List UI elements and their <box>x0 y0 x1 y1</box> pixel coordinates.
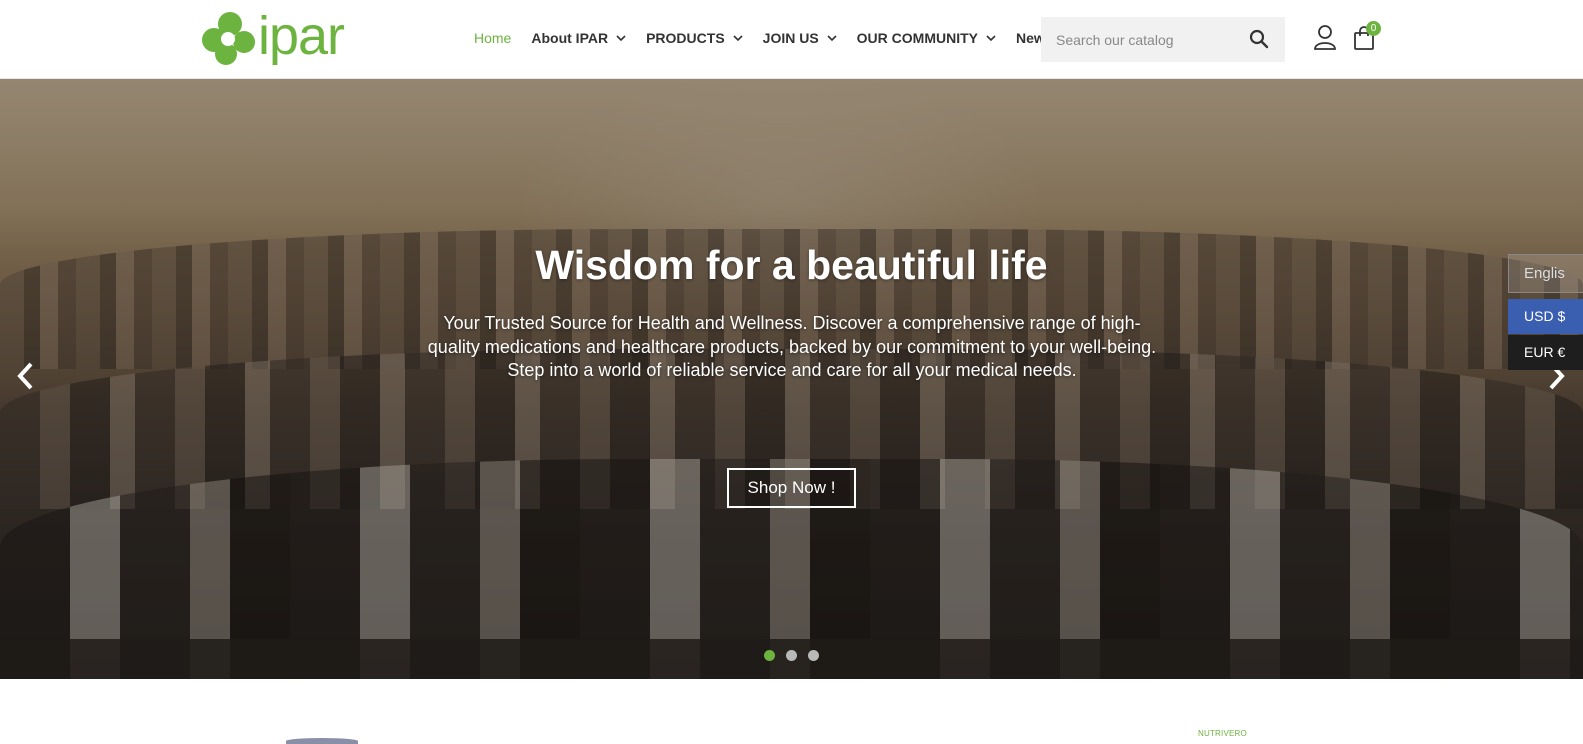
chevron-down-icon <box>616 35 626 42</box>
below-fold-section <box>0 679 1583 742</box>
nav-community-label: OUR COMMUNITY <box>856 30 978 46</box>
cart-count-badge: 0 <box>1366 21 1381 36</box>
hero-description: Your Trusted Source for Health and Welln… <box>427 313 1157 380</box>
product-image-partial <box>286 738 358 744</box>
nav-join-us[interactable]: JOIN US <box>763 30 837 46</box>
shop-now-button[interactable]: Shop Now ! <box>727 468 856 508</box>
nav-about-ipar[interactable]: About IPAR <box>531 30 626 46</box>
chevron-left-icon[interactable] <box>14 361 38 391</box>
nav-our-community[interactable]: OUR COMMUNITY <box>857 30 996 46</box>
slider-dots <box>764 650 830 661</box>
nav-products[interactable]: PRODUCTS <box>646 30 743 46</box>
slider-dot-1[interactable] <box>764 650 775 661</box>
search-input[interactable] <box>1041 17 1241 62</box>
main-navigation: Home About IPAR PRODUCTS JOIN US OUR COM… <box>474 30 1073 46</box>
language-selector[interactable]: Englis <box>1508 254 1583 293</box>
currency-usd[interactable]: USD $ <box>1508 299 1583 334</box>
clover-logo-icon <box>202 12 255 65</box>
nav-home[interactable]: Home <box>474 30 511 46</box>
nav-about-label: About IPAR <box>531 30 609 46</box>
currency-eur[interactable]: EUR € <box>1508 335 1583 370</box>
nav-join-label: JOIN US <box>762 30 819 46</box>
chevron-down-icon <box>733 35 743 42</box>
nav-home-label: Home <box>474 30 512 46</box>
hero-title: Wisdom for a beautiful life <box>535 242 1048 288</box>
chevron-down-icon <box>986 35 996 42</box>
nav-products-label: PRODUCTS <box>646 30 725 46</box>
slider-dot-3[interactable] <box>808 650 819 661</box>
brand-label: NUTRIVERO <box>1198 729 1247 738</box>
slider-dot-2[interactable] <box>786 650 797 661</box>
user-icon[interactable] <box>1313 24 1337 50</box>
ipar-logo[interactable]: ipar <box>200 6 355 68</box>
site-header: ipar Home About IPAR PRODUCTS JOIN US OU… <box>0 0 1583 79</box>
search-box <box>1041 17 1285 62</box>
logo-wordmark: ipar <box>258 6 345 66</box>
search-icon[interactable] <box>1249 29 1269 49</box>
hero-slider: Wisdom for a beautiful life Your Trusted… <box>0 79 1583 679</box>
chevron-down-icon <box>827 35 837 42</box>
